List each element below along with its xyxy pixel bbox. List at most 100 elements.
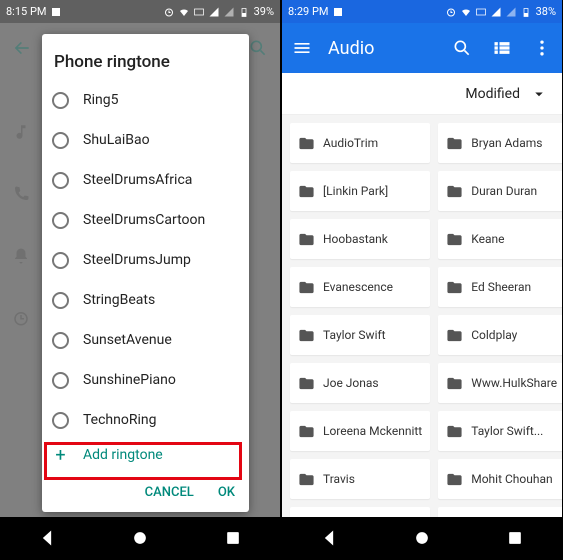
folder-name: Evanescence [323,280,393,294]
folder-card[interactable]: Taylor Swift [290,315,430,355]
signal-icon [208,6,220,18]
radio-icon [52,372,69,389]
folder-card[interactable]: AudioTrim [290,123,430,163]
battery-icon [238,6,250,18]
folder-name: Taylor Swift... [471,424,543,438]
folder-name: Mohit Chouhan [471,472,552,486]
status-time: 8:15 PM [6,5,46,18]
settings-icons [12,123,30,327]
ringtone-item[interactable]: SteelDrumsJump [42,240,249,280]
ringtone-label: StringBeats [83,292,155,308]
folder-name: Coldplay [471,328,517,342]
radio-icon [52,252,69,269]
folder-card[interactable]: Evanescence [290,267,430,307]
folder-name: Hoobastank [323,232,388,246]
ringtone-item[interactable]: SteelDrumsCartoon [42,200,249,240]
phone-left: 8:15 PM 39% Phone ringtone Ring5ShuLai [0,0,280,559]
battery-icon [520,6,532,18]
view-list-icon[interactable] [492,38,512,58]
nav-bar [282,517,562,559]
phone-right: 8:29 PM 38% Audio Modified AudioTrimBrya… [282,0,562,559]
radio-icon [52,292,69,309]
folder-card[interactable]: Hoobastank [290,219,430,259]
ringtone-label: SunshinePiano [83,372,176,388]
ringtone-label: SunsetAvenue [83,332,172,348]
ringtone-list[interactable]: Ring5ShuLaiBao SteelDrumsAfrica SteelDrums… [42,80,249,435]
folder-name: Bryan Adams [471,136,542,150]
folder-card[interactable]: Duran Duran [438,171,562,211]
folder-name: Www.HulkShare [471,376,557,390]
folder-icon [446,135,463,152]
overflow-icon[interactable] [532,38,552,58]
folder-icon [298,327,315,344]
folder-card[interactable]: Mohit Chouhan [438,459,562,499]
ringtone-label: SteelDrumsJump [83,252,191,268]
folder-name: Ed Sheeran [471,280,531,294]
wifi-icon [460,6,472,18]
folder-card[interactable]: Travis [290,459,430,499]
folder-icon [298,183,315,200]
folder-card[interactable]: Bryan Adams [438,123,562,163]
volte-icon [193,6,205,18]
nav-back-icon[interactable] [319,528,339,548]
menu-icon[interactable] [292,38,312,58]
add-ringtone-button[interactable]: + Add ringtone [42,435,249,475]
folder-card[interactable]: Joe Jonas [290,363,430,403]
nav-recent-icon[interactable] [505,528,525,548]
nav-recent-icon[interactable] [223,528,243,548]
nav-bar [0,517,280,559]
volte-icon [475,6,487,18]
ringtone-item[interactable]: ShuLaiBao [42,120,249,160]
folder-grid[interactable]: AudioTrim Bryan Adams [Linkin Park]Duran D… [282,115,562,517]
folder-card[interactable]: Coldplay [438,315,562,355]
ringtone-item[interactable]: SunsetAvenue [42,320,249,360]
ringtone-label: SteelDrumsAfrica [83,172,192,188]
radio-icon [52,172,69,189]
folder-icon [298,375,315,392]
folder-icon [446,375,463,392]
chevron-down-icon [530,85,548,103]
folder-card[interactable]: Keane [438,219,562,259]
folder-card[interactable]: [Linkin Park] [290,171,430,211]
folder-card[interactable]: Green Day [290,507,430,517]
status-bar: 8:29 PM 38% [282,0,562,23]
folder-icon [446,423,463,440]
ringtone-label: TechnoRing [83,412,156,428]
add-ringtone-label: Add ringtone [83,447,163,463]
radio-icon [52,132,69,149]
folder-card[interactable]: Ed Sheeran [438,267,562,307]
signal2-icon [223,6,235,18]
ok-button[interactable]: OK [218,485,235,500]
nav-back-icon[interactable] [37,528,57,548]
ringtone-item[interactable]: SunshinePiano [42,360,249,400]
folder-name: AudioTrim [323,136,378,150]
sort-bar[interactable]: Modified [282,73,562,115]
radio-icon [52,412,69,429]
folder-name: Keane [471,232,504,246]
folder-card[interactable]: Loreena Mckennitt [290,411,430,451]
folder-card[interactable]: Westlife [438,507,562,517]
folder-icon [298,471,315,488]
folder-name: Travis [323,472,355,486]
folder-icon [298,135,315,152]
ringtone-item[interactable]: Ring5 [42,80,249,120]
status-time: 8:29 PM [288,5,328,18]
clock-icon [12,309,30,327]
signal2-icon [505,6,517,18]
nav-home-icon[interactable] [412,528,432,548]
folder-icon [446,279,463,296]
ringtone-item[interactable]: TechnoRing [42,400,249,435]
screenshot-icon [50,6,62,18]
folder-card[interactable]: Www.HulkShare [438,363,562,403]
cancel-button[interactable]: CANCEL [145,485,194,500]
search-icon[interactable] [452,38,472,58]
ringtone-item[interactable]: StringBeats [42,280,249,320]
ringtone-dialog: Phone ringtone Ring5ShuLaiBaoSteelDrumsA… [42,34,249,512]
folder-icon [298,279,315,296]
ringtone-item[interactable]: SteelDrumsAfrica [42,160,249,200]
folder-card[interactable]: Taylor Swift... [438,411,562,451]
back-icon [12,38,32,58]
status-bar: 8:15 PM 39% [0,0,280,23]
nav-home-icon[interactable] [130,528,150,548]
alarm-icon [163,6,175,18]
